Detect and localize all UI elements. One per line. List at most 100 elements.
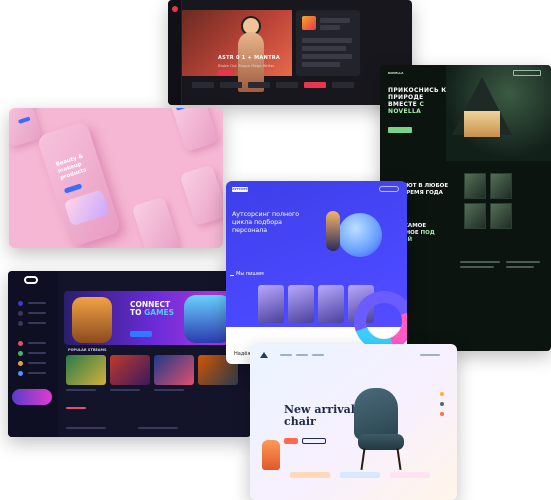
team-photo — [318, 285, 344, 323]
stream-thumbnail[interactable] — [110, 355, 150, 385]
track-line — [302, 62, 340, 67]
team-photo — [258, 285, 284, 323]
outsourcing-header-button[interactable] — [379, 186, 399, 192]
stream-title-line — [154, 389, 184, 391]
stream-thumbnail[interactable] — [154, 355, 194, 385]
cosmetics-image — [63, 189, 110, 227]
outsourcing-section-title: Мы пишем — [236, 271, 264, 277]
outsourcing-site-screenshot: АУТСОРС Аутсорсинг полного цикла подбора… — [226, 181, 407, 364]
phone-mockup-right-top — [169, 108, 219, 152]
footer-line — [138, 427, 178, 429]
car-image — [12, 389, 52, 405]
game-character-image — [72, 297, 112, 343]
music-tab[interactable] — [248, 82, 270, 88]
phone-mockup-bottom — [131, 196, 181, 248]
footer-line — [66, 427, 106, 429]
friend-name[interactable] — [28, 372, 46, 374]
hologram-disc-image — [338, 213, 382, 257]
phone-headline: Beauty & makeup products — [55, 153, 88, 182]
nav-link[interactable] — [312, 354, 324, 356]
nav-item[interactable] — [28, 322, 46, 324]
music-play-button[interactable] — [218, 70, 232, 75]
music-tab[interactable] — [220, 82, 242, 88]
nav-item[interactable] — [28, 302, 46, 304]
gaming-play-button[interactable] — [130, 331, 152, 337]
music-tab[interactable] — [192, 82, 214, 88]
novella-header-button[interactable] — [513, 70, 541, 76]
color-swatch[interactable] — [440, 412, 444, 416]
category-line — [66, 407, 86, 409]
friend-name[interactable] — [28, 342, 46, 344]
track-line — [302, 38, 352, 43]
friend-avatar[interactable] — [18, 361, 23, 366]
banner-line-2: TO GAMES — [130, 309, 174, 317]
nav-item[interactable] — [28, 312, 46, 314]
friend-avatar[interactable] — [18, 371, 23, 376]
color-swatch[interactable] — [440, 392, 444, 396]
stream-thumbnail[interactable] — [66, 355, 106, 385]
team-photo — [288, 285, 314, 323]
furniture-logo-icon — [260, 352, 268, 358]
stream-title-line — [110, 389, 140, 391]
phone-mockup-right — [179, 164, 223, 226]
music-tabs — [182, 80, 362, 90]
nav-icon[interactable] — [18, 321, 23, 326]
nav-link[interactable] — [296, 354, 308, 356]
text-line — [506, 266, 534, 268]
phone-button — [17, 116, 31, 124]
chair-buy-button[interactable] — [284, 438, 298, 444]
phone-button — [175, 108, 189, 111]
section-marker — [230, 275, 234, 276]
game-character-image — [184, 295, 232, 343]
friend-avatar[interactable] — [18, 341, 23, 346]
music-tab[interactable] — [332, 82, 354, 88]
feature-card — [290, 472, 330, 478]
nav-icon[interactable] — [18, 311, 23, 316]
feature-card — [390, 472, 430, 478]
gallery-thumb[interactable] — [490, 173, 512, 199]
track-line — [320, 25, 340, 30]
nav-link[interactable] — [420, 354, 440, 356]
phone-cta-button — [63, 183, 83, 194]
outsourcing-logo: АУТСОРС — [232, 187, 248, 192]
phone-mockup-left — [9, 108, 43, 148]
friend-name[interactable] — [28, 352, 46, 354]
music-tab[interactable] — [276, 82, 298, 88]
music-hero-title: ASTR 0 1 + MANTRA — [218, 55, 281, 61]
track-line — [320, 18, 350, 23]
gaming-sidebar — [8, 271, 58, 437]
banner-to: TO — [130, 308, 142, 317]
novella-section-title: УЮТ В ЛЮБОЕ ВРЕМЯ ГОДА — [402, 183, 449, 196]
text-line — [460, 261, 500, 263]
gaming-app-screenshot: CONNECT TO GAMES POPULAR STREAMS — [8, 271, 251, 437]
gallery-thumb[interactable] — [464, 203, 486, 229]
chair-more-button[interactable] — [302, 438, 326, 444]
cabin-window-image — [464, 111, 500, 137]
main-phone-mockup: Beauty & makeup products — [36, 120, 122, 248]
gaming-hero-banner: CONNECT TO GAMES — [64, 291, 244, 345]
music-logo-icon — [172, 6, 178, 12]
nav-link[interactable] — [280, 354, 292, 356]
stream-title-line — [66, 389, 96, 391]
album-cover — [302, 16, 316, 30]
color-swatch[interactable] — [440, 402, 444, 406]
novella-headline-main: ПРИКОСНИСЬ К ПРИРОДЕ ВМЕСТЕ — [388, 87, 447, 108]
pink-phone-mockup: Beauty & makeup products — [9, 108, 223, 248]
text-line — [506, 261, 540, 263]
feature-card — [340, 472, 380, 478]
novella-cta-button[interactable] — [388, 127, 412, 133]
music-tab-active[interactable] — [304, 82, 326, 88]
popular-streams-title: POPULAR STREAMS — [68, 348, 107, 352]
novella-headline: ПРИКОСНИСЬ К ПРИРОДЕ ВМЕСТЕ С NOVELLA — [388, 87, 452, 115]
music-sidebar — [168, 0, 182, 105]
furniture-site-screenshot: New arrivals chair — [250, 344, 457, 500]
friend-avatar[interactable] — [18, 351, 23, 356]
banner-accent: GAMES — [144, 308, 175, 317]
friend-name[interactable] — [28, 362, 46, 364]
chair-leg — [360, 447, 366, 471]
gallery-thumb[interactable] — [464, 173, 486, 199]
text-line — [460, 266, 494, 268]
track-line — [302, 54, 352, 59]
gallery-thumb[interactable] — [490, 203, 512, 229]
nav-home-icon[interactable] — [18, 301, 23, 306]
